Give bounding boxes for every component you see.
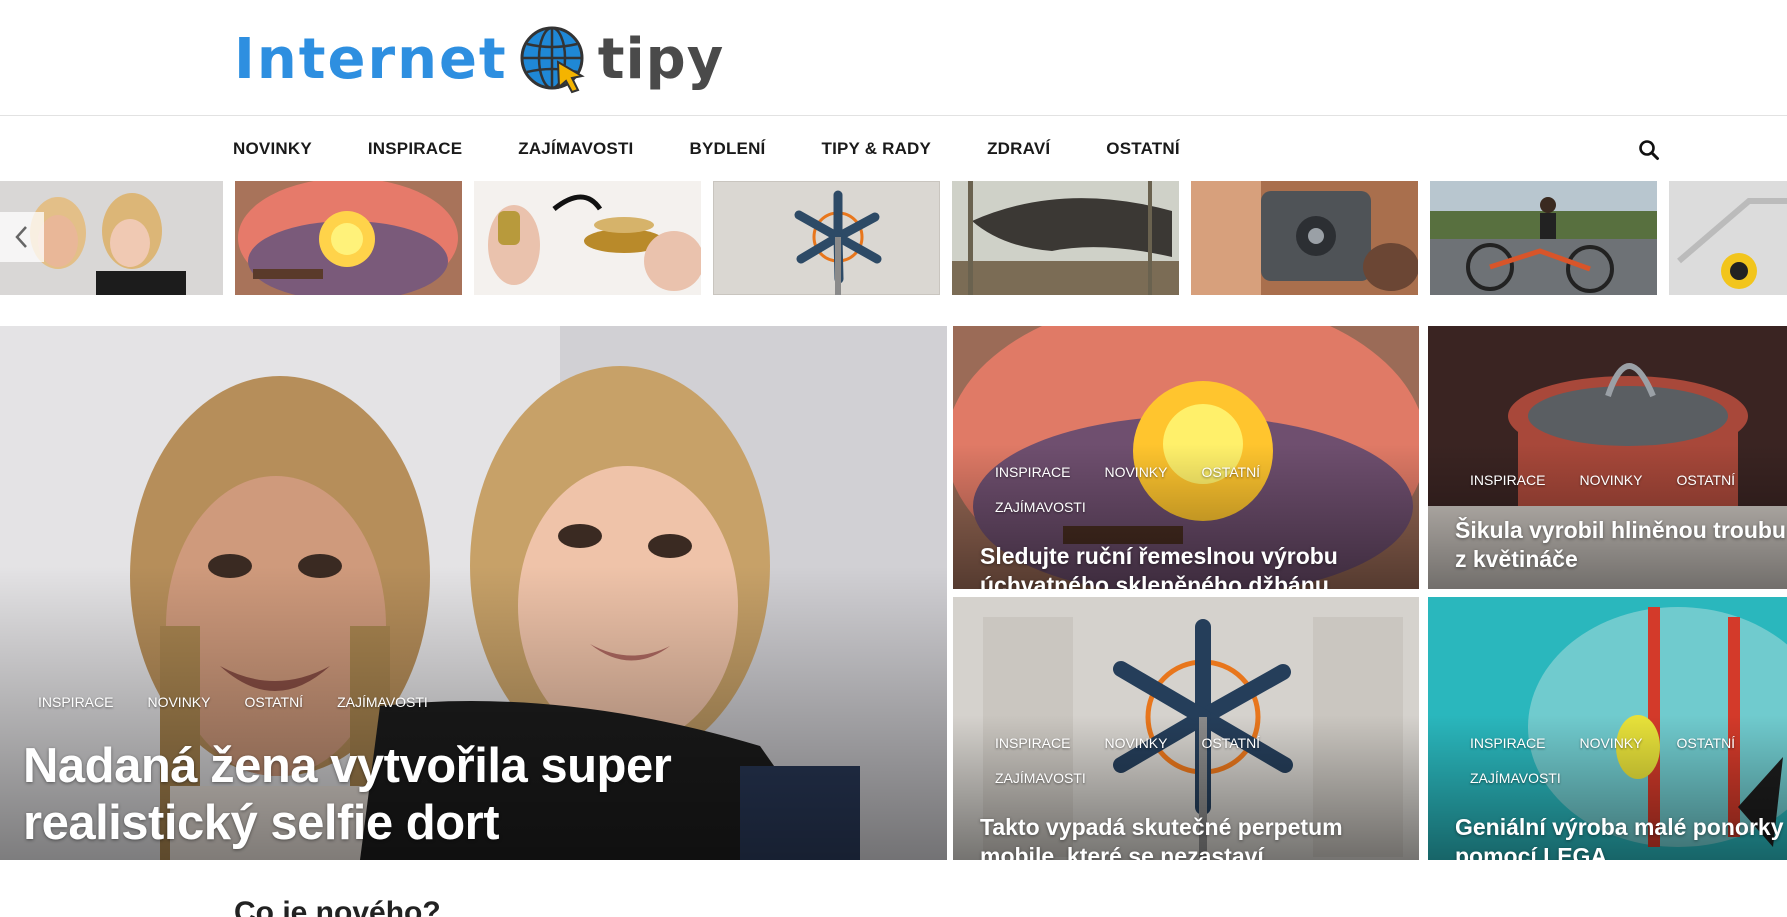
- nav-list: NOVINKY INSPIRACE ZAJÍMAVOSTI BYDLENÍ TI…: [233, 117, 1236, 181]
- thumb-cart-frame[interactable]: [1669, 181, 1787, 295]
- thumbnail-carousel: [0, 181, 1787, 295]
- category-link[interactable]: ZAJÍMAVOSTI: [337, 694, 428, 711]
- nav-item-zdravi[interactable]: ZDRAVÍ: [987, 139, 1050, 159]
- nav-item-novinky[interactable]: NOVINKY: [233, 139, 312, 159]
- thumb-tricycle-rider[interactable]: [1430, 181, 1657, 295]
- thumb-glass-beads[interactable]: [235, 181, 462, 295]
- featured-card-oven-title[interactable]: Šikula vyrobil hliněnou troubu z květiná…: [1455, 516, 1787, 574]
- carousel-prev-button[interactable]: [0, 212, 44, 262]
- featured-card-glass-categories: INSPIRACE NOVINKY OSTATNÍ ZAJÍMAVOSTI: [995, 464, 1395, 534]
- featured-card-oven[interactable]: INSPIRACE NOVINKY OSTATNÍ Šikula vyrobil…: [1428, 326, 1787, 589]
- category-link[interactable]: ZAJÍMAVOSTI: [995, 499, 1086, 516]
- chevron-left-icon: [15, 226, 27, 248]
- nav-item-inspirace[interactable]: INSPIRACE: [368, 139, 462, 159]
- category-link[interactable]: NOVINKY: [147, 694, 210, 711]
- featured-card-glass-title[interactable]: Sledujte ruční řemeslnou výrobu úchvatné…: [980, 542, 1400, 589]
- category-link[interactable]: OSTATNÍ: [1201, 464, 1260, 481]
- featured-card-glass[interactable]: INSPIRACE NOVINKY OSTATNÍ ZAJÍMAVOSTI Sl…: [953, 326, 1419, 589]
- featured-card-perpetum-categories: INSPIRACE NOVINKY OSTATNÍ ZAJÍMAVOSTI: [995, 735, 1395, 805]
- category-link[interactable]: INSPIRACE: [995, 735, 1070, 752]
- logo-word-tipy: tipy: [597, 27, 725, 92]
- logo-word-internet: Internet: [234, 27, 508, 92]
- thumb-rock-forest[interactable]: [952, 181, 1179, 295]
- featured-card-submarine-title[interactable]: Geniální výroba malé ponorky pomocí LEGA: [1455, 813, 1787, 860]
- section-heading-new: Co je nového?: [234, 896, 441, 917]
- category-link[interactable]: OSTATNÍ: [1201, 735, 1260, 752]
- category-link[interactable]: NOVINKY: [1104, 464, 1167, 481]
- globe-icon: [520, 26, 585, 94]
- category-link[interactable]: INSPIRACE: [995, 464, 1070, 481]
- category-link[interactable]: NOVINKY: [1579, 472, 1642, 489]
- category-link[interactable]: NOVINKY: [1579, 735, 1642, 752]
- featured-card-perpetum[interactable]: INSPIRACE NOVINKY OSTATNÍ ZAJÍMAVOSTI Ta…: [953, 597, 1419, 860]
- category-link[interactable]: INSPIRACE: [38, 694, 113, 711]
- featured-card-oven-categories: INSPIRACE NOVINKY OSTATNÍ: [1470, 472, 1787, 507]
- featured-main-card[interactable]: INSPIRACE NOVINKY OSTATNÍ ZAJÍMAVOSTI Na…: [0, 326, 947, 860]
- featured-main-title[interactable]: Nadaná žena vytvořila super realistický …: [23, 738, 723, 852]
- thumb-chainsaw-parts[interactable]: [1191, 181, 1418, 295]
- main-nav: NOVINKY INSPIRACE ZAJÍMAVOSTI BYDLENÍ TI…: [0, 117, 1787, 181]
- nav-item-tipy-rady[interactable]: TIPY & RADY: [822, 139, 932, 159]
- search-icon[interactable]: [1638, 139, 1660, 161]
- category-link[interactable]: INSPIRACE: [1470, 735, 1545, 752]
- site-logo[interactable]: Internet tipy: [234, 24, 724, 96]
- nav-item-ostatni[interactable]: OSTATNÍ: [1106, 139, 1179, 159]
- featured-main-categories: INSPIRACE NOVINKY OSTATNÍ ZAJÍMAVOSTI: [38, 694, 462, 729]
- category-link[interactable]: OSTATNÍ: [1676, 735, 1735, 752]
- category-link[interactable]: NOVINKY: [1104, 735, 1167, 752]
- site-header: Internet tipy: [0, 0, 1787, 116]
- featured-card-submarine-categories: INSPIRACE NOVINKY OSTATNÍ ZAJÍMAVOSTI: [1470, 735, 1787, 805]
- category-link[interactable]: ZAJÍMAVOSTI: [995, 770, 1086, 787]
- category-link[interactable]: OSTATNÍ: [244, 694, 303, 711]
- thumb-wind-spinner[interactable]: [713, 181, 940, 295]
- nav-item-zajimavosti[interactable]: ZAJÍMAVOSTI: [518, 139, 633, 159]
- nav-item-bydleni[interactable]: BYDLENÍ: [689, 139, 765, 159]
- category-link[interactable]: INSPIRACE: [1470, 472, 1545, 489]
- featured-card-perpetum-title[interactable]: Takto vypadá skutečné perpetum mobile, k…: [980, 813, 1400, 860]
- featured-card-submarine[interactable]: INSPIRACE NOVINKY OSTATNÍ ZAJÍMAVOSTI Ge…: [1428, 597, 1787, 860]
- category-link[interactable]: OSTATNÍ: [1676, 472, 1735, 489]
- thumb-metal-insect[interactable]: [474, 181, 701, 295]
- category-link[interactable]: ZAJÍMAVOSTI: [1470, 770, 1561, 787]
